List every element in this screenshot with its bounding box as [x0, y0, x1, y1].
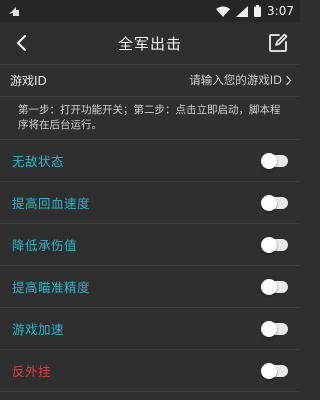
- feature-toggle-anti-cheat[interactable]: [261, 362, 288, 379]
- feature-label: 游戏加速: [12, 322, 65, 337]
- feature-label: 提高瞄准精度: [12, 280, 91, 295]
- status-bar-left: [8, 5, 20, 17]
- edit-icon: [269, 33, 288, 52]
- feature-toggle-regen[interactable]: [261, 194, 288, 211]
- toggle-knob: [261, 362, 277, 379]
- game-id-row[interactable]: 游戏ID: [0, 64, 300, 96]
- game-id-label: 游戏ID: [10, 73, 47, 88]
- app-bar: 全军出击: [0, 22, 300, 64]
- notification-arrow-icon: [9, 7, 19, 16]
- divider: [0, 391, 300, 392]
- edit-button[interactable]: [266, 31, 290, 55]
- feature-row-invincible[interactable]: 无敌状态: [0, 140, 300, 181]
- status-bar-right: 3:07: [216, 4, 294, 18]
- toggle-knob: [261, 320, 277, 337]
- feature-label: 降低承伤值: [12, 238, 78, 253]
- game-id-input[interactable]: [142, 73, 282, 87]
- game-id-input-wrap: [142, 73, 292, 87]
- status-time: 3:07: [267, 4, 294, 18]
- feature-toggle-aim[interactable]: [261, 278, 288, 295]
- toggle-knob: [261, 278, 277, 295]
- feature-row-regen[interactable]: 提高回血速度: [0, 182, 300, 223]
- signal-icon: [236, 5, 249, 17]
- feature-row-speedup[interactable]: 游戏加速: [0, 308, 300, 349]
- wifi-icon: [216, 6, 231, 17]
- back-button[interactable]: [10, 31, 34, 55]
- feature-label: 无敌状态: [12, 154, 65, 169]
- feature-label: 反外挂: [12, 364, 52, 379]
- feature-toggle-damage-reduction[interactable]: [261, 236, 288, 253]
- status-bar: 3:07: [0, 0, 300, 22]
- chevron-right-icon: [286, 75, 292, 85]
- feature-row-damage-reduction[interactable]: 降低承伤值: [0, 224, 300, 265]
- instructions-text: 第一步：打开功能开关；第二步：点击立即启动，脚本程序将在后台运行。: [18, 104, 281, 131]
- chevron-left-icon: [17, 35, 26, 51]
- page-title: 全军出击: [117, 34, 182, 53]
- toggle-knob: [261, 194, 277, 211]
- feature-row-aim[interactable]: 提高瞄准精度: [0, 266, 300, 307]
- battery-icon: [254, 5, 262, 17]
- toggle-knob: [261, 236, 277, 253]
- feature-toggle-speedup[interactable]: [261, 320, 288, 337]
- feature-toggle-invincible[interactable]: [261, 152, 288, 169]
- feature-label: 提高回血速度: [12, 196, 91, 211]
- toggle-knob: [261, 152, 277, 169]
- feature-row-anti-cheat[interactable]: 反外挂: [0, 350, 300, 391]
